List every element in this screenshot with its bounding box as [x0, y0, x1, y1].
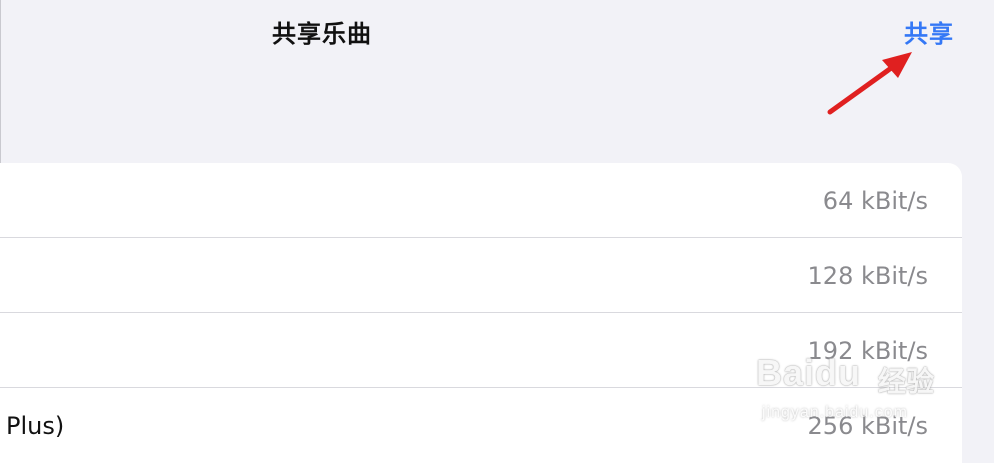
- nav-title: 共享乐曲: [272, 20, 372, 48]
- quality-option-value: 128 kBit/s: [807, 262, 928, 290]
- quality-option-label: Plus): [6, 412, 65, 440]
- quality-option-value: 192 kBit/s: [807, 337, 928, 365]
- quality-option-192[interactable]: 192 kBit/s: [0, 313, 962, 387]
- quality-list: 64 kBit/s 128 kBit/s 192 kBit/s Plus) 25…: [0, 163, 962, 463]
- quality-option-value: 256 kBit/s: [807, 412, 928, 440]
- quality-option-value: 64 kBit/s: [822, 187, 928, 215]
- quality-option-128[interactable]: 128 kBit/s: [0, 238, 962, 312]
- quality-option-64[interactable]: 64 kBit/s: [0, 163, 962, 237]
- quality-option-256[interactable]: Plus) 256 kBit/s: [0, 388, 962, 462]
- red-arrow-icon: [827, 52, 912, 115]
- share-button[interactable]: 共享: [904, 14, 954, 49]
